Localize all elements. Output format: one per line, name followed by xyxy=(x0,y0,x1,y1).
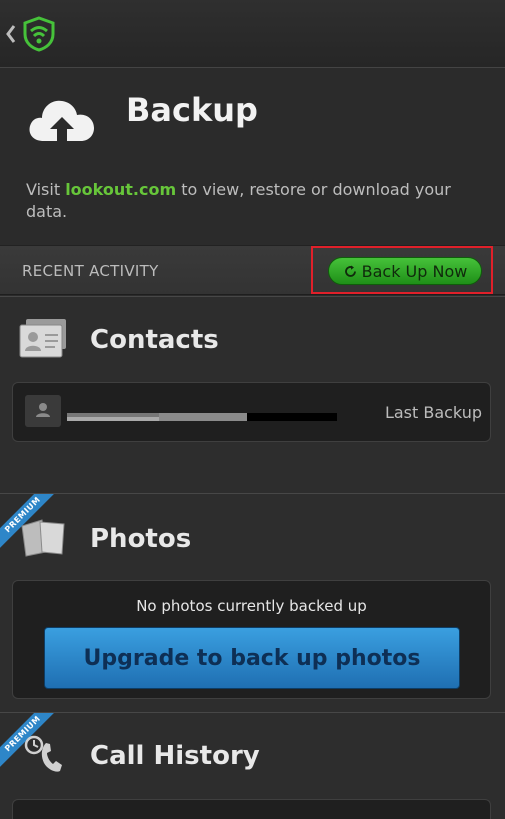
backup-header: Backup Visit lookout.com to view, restor… xyxy=(0,69,505,245)
upgrade-photos-button[interactable]: Upgrade to back up photos xyxy=(44,627,460,689)
contacts-card-icon xyxy=(19,319,66,358)
progress-fill xyxy=(159,413,247,421)
photos-card: No photos currently backed up Upgrade to… xyxy=(12,580,491,699)
back-chevron-icon[interactable] xyxy=(4,20,18,48)
description-text: Visit xyxy=(26,180,66,199)
back-up-now-button[interactable]: Back Up Now xyxy=(328,257,482,285)
no-photos-message: No photos currently backed up xyxy=(136,597,367,615)
person-avatar-icon xyxy=(25,395,61,427)
refresh-icon xyxy=(344,265,356,277)
lookout-shield-logo-icon[interactable] xyxy=(22,16,56,52)
phone-clock-icon xyxy=(24,735,62,772)
page-title: Backup xyxy=(126,91,258,129)
progress-fill xyxy=(67,413,159,421)
photos-section: PREMIUM Photos No photos currently backe… xyxy=(0,493,505,712)
highlight-box: Back Up Now xyxy=(311,246,493,294)
contacts-backup-progress-bar xyxy=(67,413,337,421)
top-app-bar xyxy=(0,0,505,68)
recent-activity-bar: RECENT ACTIVITY Back Up Now xyxy=(0,245,505,295)
call-history-title: Call History xyxy=(90,741,260,771)
contacts-title: Contacts xyxy=(90,325,219,355)
call-history-section: PREMIUM Call History xyxy=(0,712,505,819)
call-history-card xyxy=(12,799,491,819)
contacts-backup-card[interactable]: Last Backup xyxy=(12,382,491,442)
back-up-now-label: Back Up Now xyxy=(361,261,468,281)
last-backup-label: Last Backup xyxy=(384,403,482,422)
cloud-upload-icon xyxy=(29,100,94,141)
recent-activity-label: RECENT ACTIVITY xyxy=(22,262,159,280)
contacts-section: Contacts Last Backup xyxy=(0,296,505,493)
backup-description: Visit lookout.com to view, restore or do… xyxy=(26,179,476,223)
photos-icon xyxy=(21,519,65,557)
lookout-link[interactable]: lookout.com xyxy=(65,180,176,199)
photos-title: Photos xyxy=(90,524,192,554)
